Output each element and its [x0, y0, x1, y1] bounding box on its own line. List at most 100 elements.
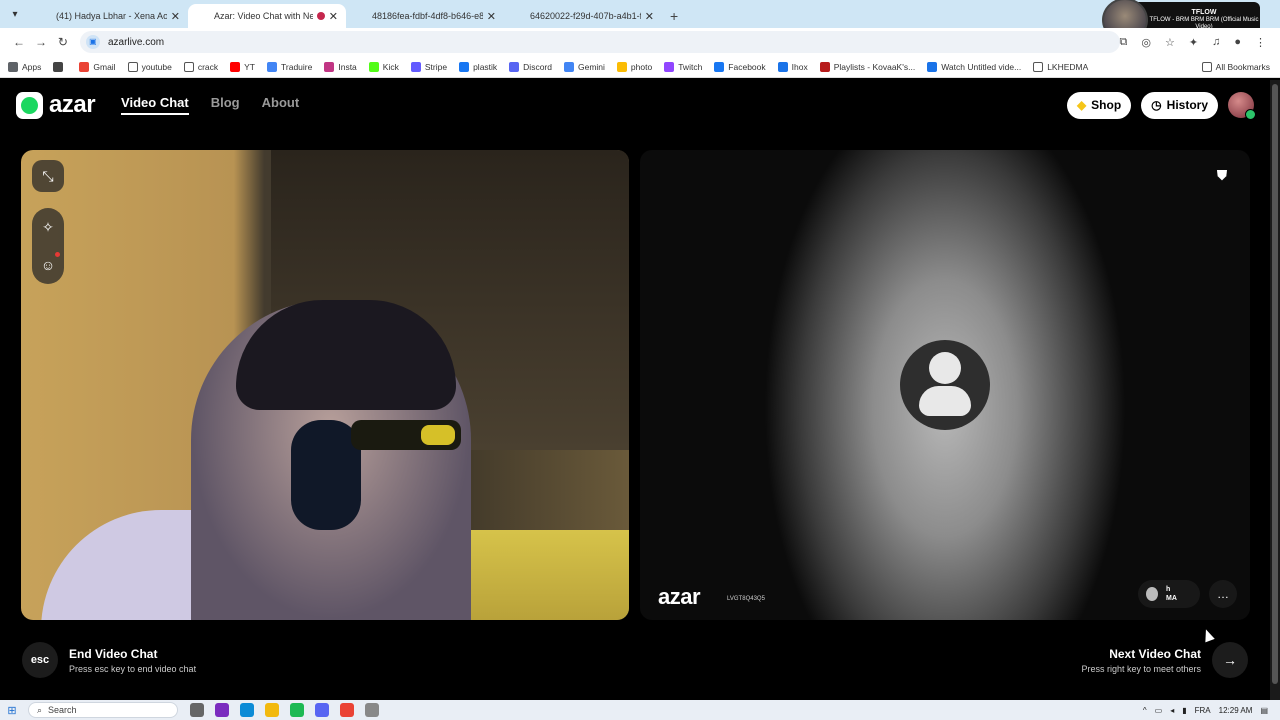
- face-mask-icon[interactable]: ☺: [41, 257, 55, 273]
- chevron-up-icon[interactable]: ^: [1143, 706, 1147, 715]
- clock-icon: ◷: [1151, 98, 1162, 112]
- close-tab-icon[interactable]: ✕: [171, 10, 180, 23]
- bookmark-item[interactable]: Stripe: [410, 61, 447, 72]
- chrome-icon[interactable]: [340, 703, 354, 717]
- taskbar-search[interactable]: ⌕ Search: [28, 702, 178, 718]
- browser-tab-active[interactable]: Azar: Video Chat with New ✕: [188, 4, 346, 28]
- bookmark-item[interactable]: photo: [616, 61, 653, 72]
- bookmark-label: youtube: [141, 61, 172, 72]
- folder-icon: [1033, 61, 1044, 72]
- end-chat-hint: Press esc key to end video chat: [69, 663, 197, 674]
- bookmark-item[interactable]: youtube: [127, 61, 172, 72]
- bookmark-item[interactable]: Twitch: [664, 61, 702, 72]
- close-tab-icon[interactable]: ✕: [329, 10, 338, 23]
- peer-info-badge[interactable]: h MA: [1138, 580, 1200, 608]
- bookmark-item[interactable]: Gmail: [79, 61, 116, 72]
- site-info-icon[interactable]: ▣: [85, 35, 100, 49]
- bookmark-item[interactable]: Facebook: [714, 61, 766, 72]
- more-menu-icon[interactable]: ⋮: [1255, 36, 1266, 49]
- eye-off-icon[interactable]: ◎: [1141, 36, 1151, 49]
- bookmark-item[interactable]: [53, 61, 67, 72]
- bookmark-item[interactable]: LKHEDMA: [1033, 61, 1088, 72]
- profile-icon[interactable]: ●: [1234, 36, 1241, 49]
- bookmark-item[interactable]: Gemini: [563, 61, 605, 72]
- reload-icon[interactable]: ↻: [52, 35, 74, 49]
- azar-favicon-icon: [196, 10, 208, 22]
- bookmark-item[interactable]: Watch Untitled vide...: [927, 61, 1021, 72]
- arrow-right-icon[interactable]: →: [1212, 642, 1248, 678]
- minimize-icon[interactable]: ⤡: [32, 160, 64, 192]
- language-indicator[interactable]: FRA: [1195, 706, 1211, 715]
- discord-icon[interactable]: [315, 703, 329, 717]
- video-person: [351, 420, 461, 450]
- peer-avatar-icon: [900, 340, 990, 430]
- microphone-icon[interactable]: ▮: [1182, 706, 1186, 715]
- recording-indicator-icon: [316, 12, 325, 20]
- install-icon[interactable]: ⧉: [1120, 36, 1128, 49]
- app-icon[interactable]: [365, 703, 379, 717]
- close-tab-icon[interactable]: ✕: [487, 10, 496, 23]
- kick-icon: [368, 61, 379, 72]
- bookmark-item[interactable]: Playlists - KovaaK's...: [819, 61, 915, 72]
- forward-arrow-icon[interactable]: →: [30, 35, 52, 49]
- close-tab-icon[interactable]: ✕: [645, 10, 654, 23]
- scrollbar-thumb[interactable]: [1272, 84, 1278, 684]
- bookmark-label: photo: [630, 61, 653, 72]
- azar-logo[interactable]: azar: [16, 91, 96, 119]
- browser-tab[interactable]: 64620022-f29d-407b-a4b1-f91 ✕: [504, 4, 662, 28]
- globe-favicon-icon: [354, 10, 366, 22]
- bookmark-item[interactable]: Insta: [324, 61, 357, 72]
- extensions-icon[interactable]: ✦: [1189, 36, 1198, 49]
- folder-icon: [183, 61, 194, 72]
- next-video-chat[interactable]: Next Video Chat Press right key to meet …: [1081, 642, 1248, 678]
- all-bookmarks[interactable]: All Bookmarks: [1201, 61, 1270, 72]
- bookmark-item[interactable]: plastik: [459, 61, 497, 72]
- chat-bubble-icon[interactable]: …: [1209, 580, 1237, 608]
- app-icon[interactable]: [215, 703, 229, 717]
- bookmark-item[interactable]: Traduire: [267, 61, 312, 72]
- clock-time[interactable]: 12:29 AM: [1219, 706, 1253, 715]
- media-title: TFLOW: [1191, 8, 1217, 16]
- bookmarks-bar: Apps Gmail youtube crack YT Traduire Ins…: [0, 56, 1280, 78]
- file-explorer-icon[interactable]: [265, 703, 279, 717]
- edge-icon[interactable]: [240, 703, 254, 717]
- bookmark-item[interactable]: Apps: [8, 61, 41, 72]
- bookmark-item[interactable]: YT: [230, 61, 255, 72]
- task-view-icon[interactable]: [190, 703, 204, 717]
- bookmark-item[interactable]: Discord: [509, 61, 552, 72]
- browser-tab[interactable]: 48186fea-fdbf-4df8-b646-e8e5 ✕: [346, 4, 504, 28]
- gem-icon: ◆: [1076, 98, 1087, 112]
- browser-tab[interactable]: (41) Hadya Lbhar - Xena Aouita ✕: [30, 4, 188, 28]
- bookmark-item[interactable]: Ihox: [777, 61, 808, 72]
- history-button[interactable]: ◷ History: [1141, 91, 1218, 119]
- bookmark-item[interactable]: crack: [183, 61, 218, 72]
- windows-taskbar: ⊞ ⌕ Search ^ ▭ ◂ ▮ FRA 12:29 AM ▤: [0, 700, 1280, 720]
- back-arrow-icon[interactable]: ←: [8, 35, 30, 49]
- nav-video-chat[interactable]: Video Chat: [121, 95, 189, 115]
- bookmark-item[interactable]: Kick: [368, 61, 399, 72]
- nav-blog[interactable]: Blog: [211, 95, 240, 115]
- user-avatar[interactable]: [1228, 92, 1256, 120]
- shop-button[interactable]: ◆ Shop: [1066, 91, 1132, 119]
- windows-start-icon[interactable]: ⊞: [0, 704, 24, 717]
- notification-dot: [55, 252, 60, 257]
- bookmark-label: Ihox: [791, 61, 808, 72]
- photos-icon: [616, 61, 627, 72]
- esc-key-button[interactable]: esc: [22, 642, 58, 678]
- nav-about[interactable]: About: [262, 95, 300, 115]
- magic-wand-icon[interactable]: ✧: [42, 219, 54, 236]
- mouse-cursor-icon: [1201, 627, 1215, 643]
- end-video-chat[interactable]: esc End Video Chat Press esc key to end …: [22, 642, 196, 678]
- media-control-icon[interactable]: ♫: [1212, 36, 1220, 49]
- apps-grid-icon: [8, 61, 18, 72]
- notifications-icon[interactable]: ▤: [1260, 706, 1268, 715]
- new-tab-button[interactable]: +: [670, 8, 678, 24]
- network-icon[interactable]: ▭: [1155, 706, 1163, 715]
- volume-icon[interactable]: ◂: [1170, 706, 1174, 715]
- report-shield-icon[interactable]: ⛊: [1213, 167, 1231, 187]
- address-bar[interactable]: ▣ azarlive.com: [79, 31, 1120, 53]
- tab-search-chevron-icon[interactable]: ▾: [6, 5, 24, 23]
- folder-icon: [127, 61, 138, 72]
- spotify-icon[interactable]: [290, 703, 304, 717]
- star-icon[interactable]: ☆: [1165, 36, 1175, 49]
